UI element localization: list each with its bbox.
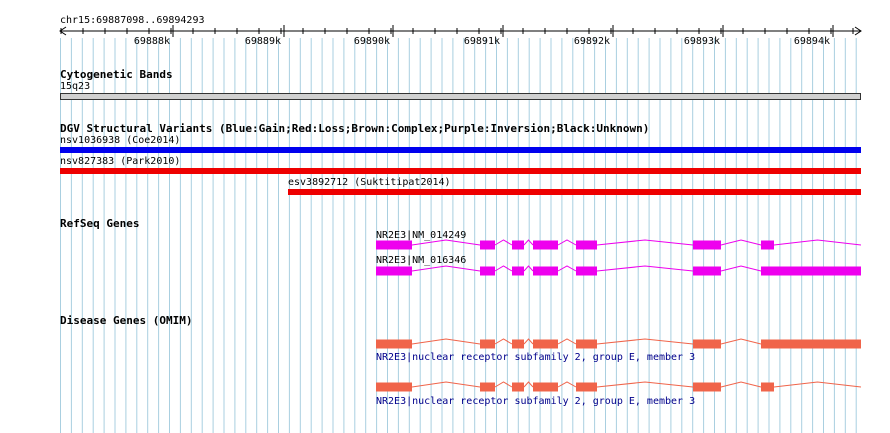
- exon-block[interactable]: [376, 266, 412, 276]
- exon-block[interactable]: [693, 339, 721, 349]
- exon-block[interactable]: [512, 339, 524, 349]
- exon-block[interactable]: [761, 339, 861, 349]
- intron-line: [494, 265, 513, 272]
- intron-line: [557, 338, 577, 345]
- exon-block[interactable]: [376, 382, 412, 392]
- intron-line: [411, 265, 481, 272]
- genome-browser-panel: 69888k 69889k 69890k 69891k 69892k 69893k 6989…: [0, 0, 890, 433]
- intron-line: [557, 265, 577, 272]
- intron-line: [494, 338, 513, 345]
- intron-line: [523, 338, 534, 345]
- exon-block[interactable]: [693, 240, 721, 250]
- exon-block[interactable]: [761, 266, 861, 276]
- exon-block[interactable]: [512, 240, 524, 250]
- intron-line: [523, 265, 534, 272]
- exon-block[interactable]: [480, 266, 495, 276]
- intron-line: [720, 338, 762, 345]
- intron-line: [720, 265, 762, 272]
- intron-line: [596, 338, 694, 345]
- exon-block[interactable]: [512, 266, 524, 276]
- exon-block[interactable]: [533, 339, 558, 349]
- intron-line: [557, 239, 577, 246]
- intron-line: [523, 239, 534, 246]
- intron-line: [411, 338, 481, 345]
- exon-block[interactable]: [376, 240, 412, 250]
- exon-block[interactable]: [761, 382, 774, 392]
- intron-line: [411, 239, 481, 246]
- intron-line: [720, 239, 762, 246]
- exon-block[interactable]: [576, 266, 597, 276]
- exon-block[interactable]: [480, 339, 495, 349]
- intron-line: [773, 381, 862, 388]
- intron-line: [523, 381, 534, 388]
- intron-line: [494, 381, 513, 388]
- exon-block[interactable]: [480, 240, 495, 250]
- exon-block[interactable]: [761, 240, 774, 250]
- intron-line: [596, 265, 694, 272]
- exon-block[interactable]: [512, 382, 524, 392]
- exon-block[interactable]: [533, 382, 558, 392]
- exon-block[interactable]: [576, 339, 597, 349]
- intron-line: [773, 239, 862, 246]
- exon-block[interactable]: [480, 382, 495, 392]
- exon-block[interactable]: [533, 266, 558, 276]
- exon-block[interactable]: [533, 240, 558, 250]
- intron-line: [596, 381, 694, 388]
- intron-line: [596, 239, 694, 246]
- gene-models: [376, 239, 862, 392]
- exon-block[interactable]: [693, 266, 721, 276]
- intron-line: [557, 381, 577, 388]
- exon-block[interactable]: [576, 240, 597, 250]
- exon-block[interactable]: [693, 382, 721, 392]
- exon-block[interactable]: [376, 339, 412, 349]
- exon-block[interactable]: [576, 382, 597, 392]
- intron-line: [720, 381, 762, 388]
- intron-line: [411, 381, 481, 388]
- intron-line: [494, 239, 513, 246]
